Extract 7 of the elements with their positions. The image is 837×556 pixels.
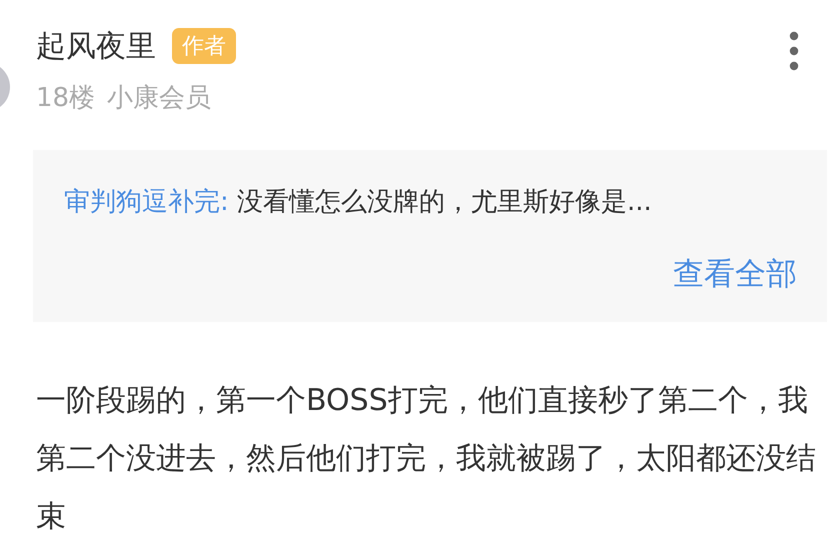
more-options-icon[interactable] [789,31,799,71]
author-badge: 作者 [172,28,236,64]
member-rank: 小康会员 [107,82,212,115]
author-name[interactable]: 起风夜里 [36,26,156,66]
floor-number: 18楼 [36,82,96,115]
post-body: 一阶段踢的，第一个BOSS打完，他们直接秒了第二个，我第二个没进去，然后他们打完，我就被踢了，太阳都还没结束 [36,382,817,536]
quoted-reply: 审判狗逗补完: 没看懂怎么没牌的，尤里斯好像是... [64,186,653,219]
